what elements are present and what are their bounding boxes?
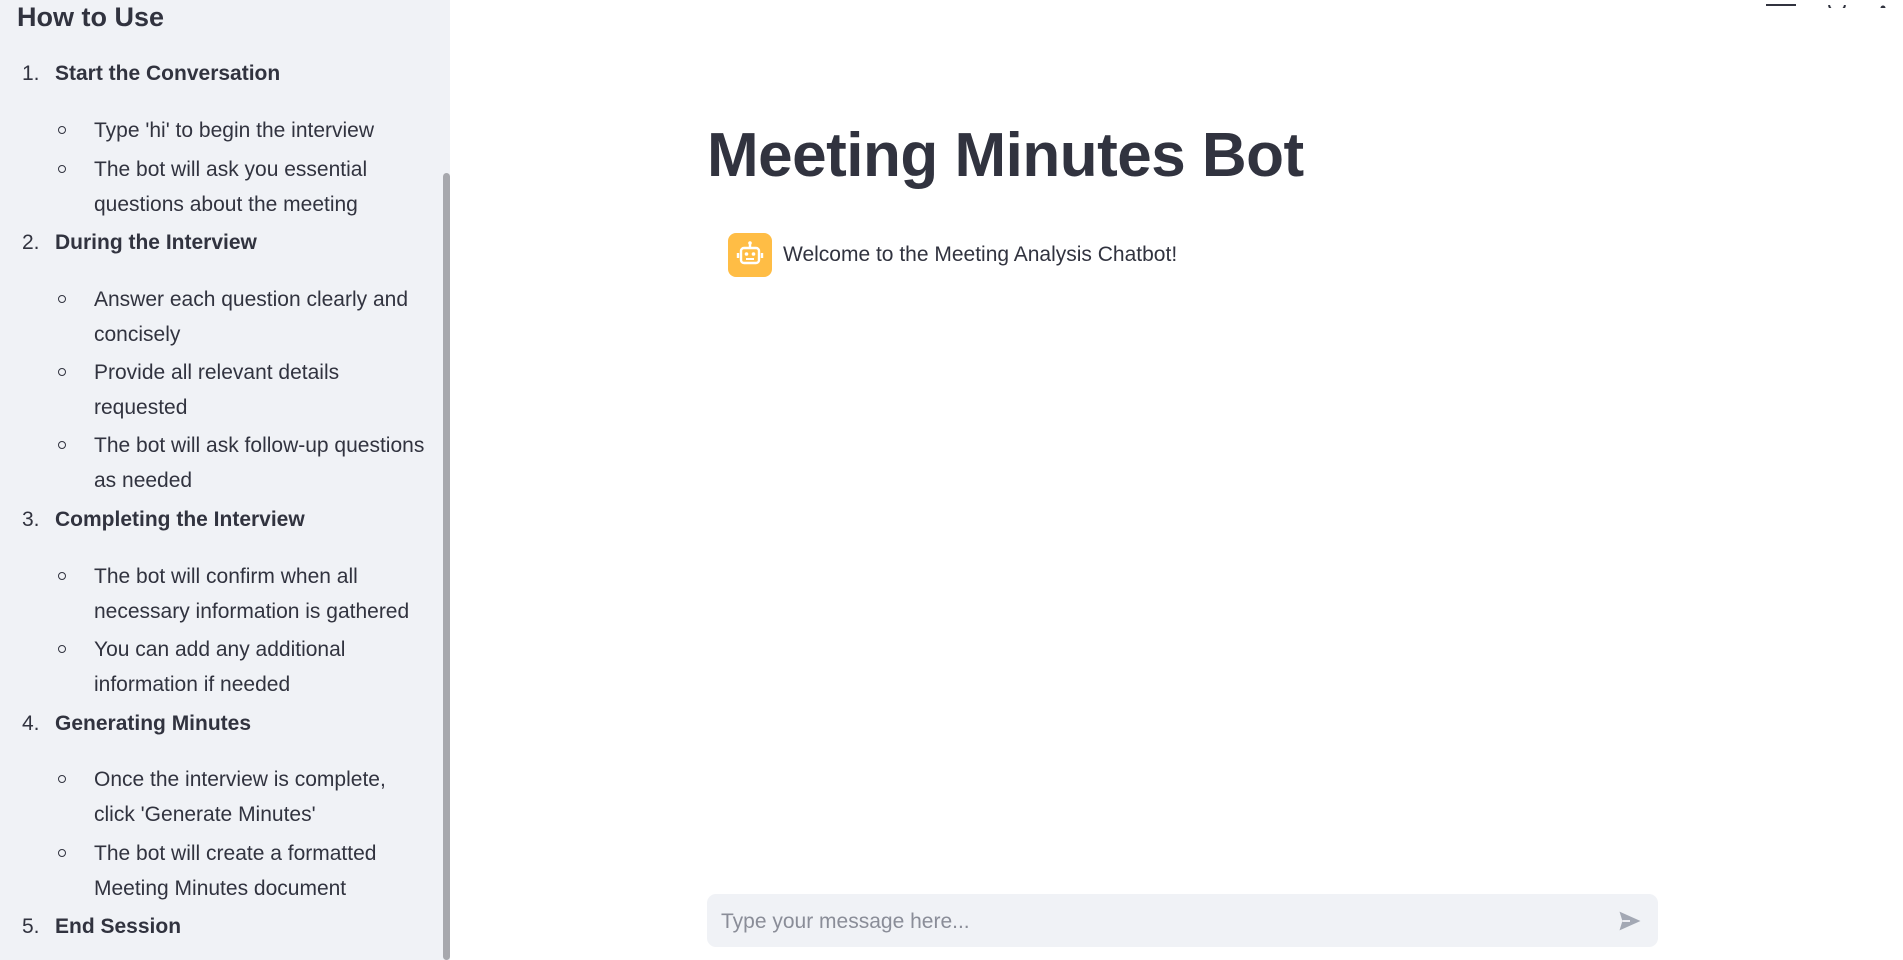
step-number: 4.: [22, 712, 40, 735]
sidebar-heading: How to Use: [17, 2, 165, 32]
step-title-during-interview: During the Interview: [55, 231, 257, 254]
list-item: Answer each question clearly and concisel…: [94, 288, 409, 346]
step-title-completing-interview: Completing the Interview: [55, 508, 305, 531]
list-item: Type 'hi' to begin the interview: [94, 119, 375, 142]
step-number: 1.: [22, 62, 40, 85]
list-bullet: [58, 165, 66, 173]
deploy-button[interactable]: [1762, 0, 1802, 8]
list-bullet: [58, 572, 66, 580]
list-bullet: [58, 295, 66, 303]
github-icon[interactable]: [1826, 0, 1848, 8]
chat-message-text: Welcome to the Meeting Analysis Chatbot!: [783, 243, 1178, 266]
list-bullet: [58, 441, 66, 449]
step-title-start-conversation: Start the Conversation: [55, 62, 281, 85]
list-item: The bot will ask follow-up questions as n…: [94, 434, 425, 492]
list-item: You can add any additional information if…: [94, 638, 346, 696]
list-bullet: [58, 368, 66, 376]
send-icon[interactable]: [1616, 907, 1644, 935]
list-item: Once the interview is complete, click 'Ge…: [94, 768, 386, 826]
list-item: The bot will ask you essential questions …: [94, 158, 368, 216]
list-item: The bot will create a formatted Meeting M…: [94, 842, 377, 900]
chat-input-container: [707, 894, 1658, 949]
list-bullet: [58, 126, 66, 134]
step-title-generating-minutes: Generating Minutes: [55, 712, 252, 735]
sidebar-scrollbar[interactable]: [443, 173, 450, 960]
list-bullet: [58, 775, 66, 783]
list-item: Provide all relevant details requested: [94, 361, 340, 419]
list-bullet: [58, 849, 66, 857]
robot-icon: [736, 241, 764, 265]
step-number: 3.: [22, 508, 40, 531]
page-title: Meeting Minutes Bot: [707, 121, 1304, 190]
main-menu-icon[interactable]: [1878, 0, 1888, 8]
step-number: 2.: [22, 231, 40, 254]
assistant-avatar: [728, 233, 772, 277]
list-bullet: [58, 645, 66, 653]
sidebar: How to Use 1. Start the Conversation Typ…: [0, 0, 450, 960]
step-title-end-session: End Session: [55, 915, 182, 938]
step-number: 5.: [22, 915, 40, 938]
chat-input[interactable]: [719, 894, 1583, 949]
list-item: The bot will confirm when all necessary i…: [94, 565, 410, 623]
